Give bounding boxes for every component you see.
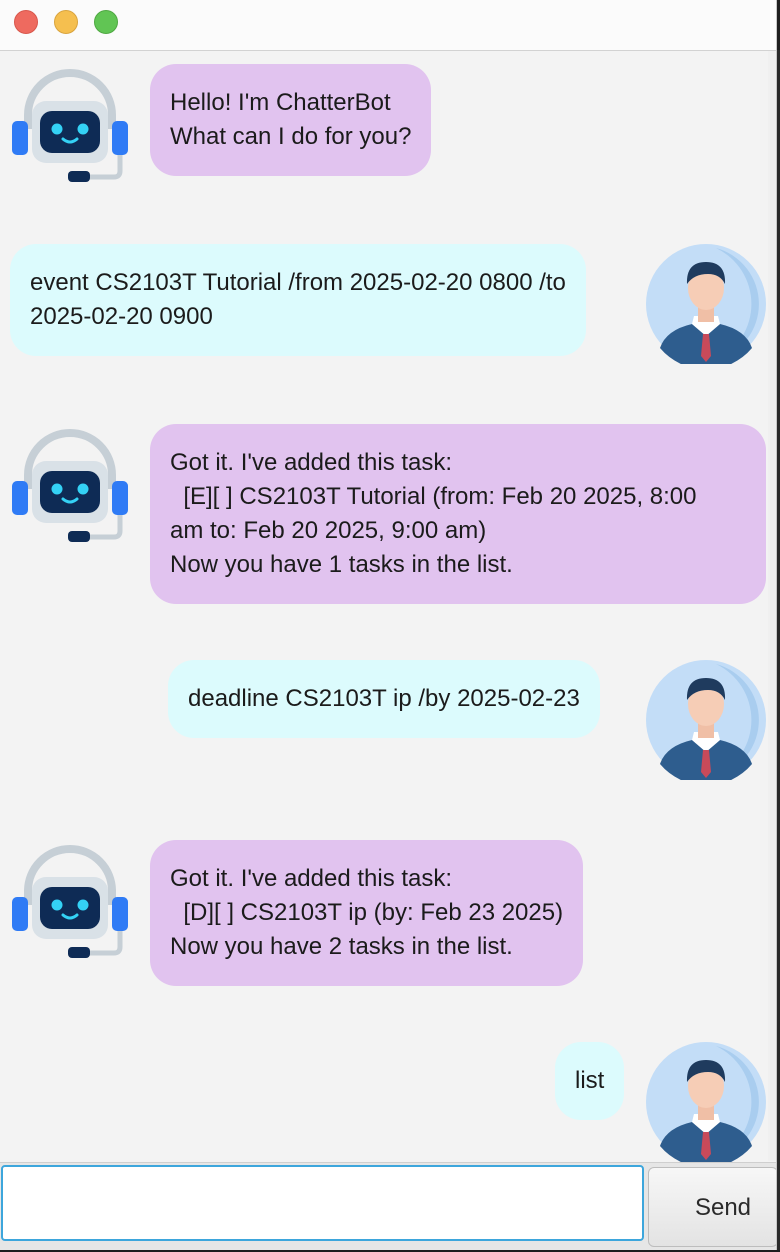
user-avatar-icon — [646, 244, 766, 364]
bot-avatar-icon — [10, 63, 130, 183]
chat-dialog-container[interactable]: Hello! I'm ChatterBot What can I do for … — [0, 51, 768, 1161]
send-button[interactable]: Send — [648, 1167, 776, 1247]
bot-avatar-icon — [10, 423, 130, 543]
user-message-bubble: deadline CS2103T ip /by 2025-02-23 — [168, 660, 600, 738]
bot-message-bubble: Got it. I've added this task: [D][ ] CS2… — [150, 840, 584, 986]
message-input[interactable] — [1, 1165, 644, 1241]
chat-scrollbar[interactable] — [768, 51, 776, 1161]
bot-message-bubble: Got it. I've added this task: [E][ ] CS2… — [150, 424, 766, 604]
user-avatar-icon — [646, 1042, 766, 1162]
maximize-window-button[interactable] — [94, 10, 118, 34]
bot-message-bubble: Hello! I'm ChatterBot What can I do for … — [150, 64, 432, 176]
user-avatar-icon — [646, 660, 766, 780]
minimize-window-button[interactable] — [54, 10, 78, 34]
app-window: Hello! I'm ChatterBot What can I do for … — [0, 0, 777, 1250]
input-bar: Send — [0, 1162, 776, 1250]
close-window-button[interactable] — [14, 10, 38, 34]
user-message-bubble: list — [555, 1042, 625, 1120]
title-bar — [0, 0, 776, 51]
bot-avatar-icon — [10, 839, 130, 959]
user-message-bubble: event CS2103T Tutorial /from 2025-02-20 … — [10, 244, 586, 356]
